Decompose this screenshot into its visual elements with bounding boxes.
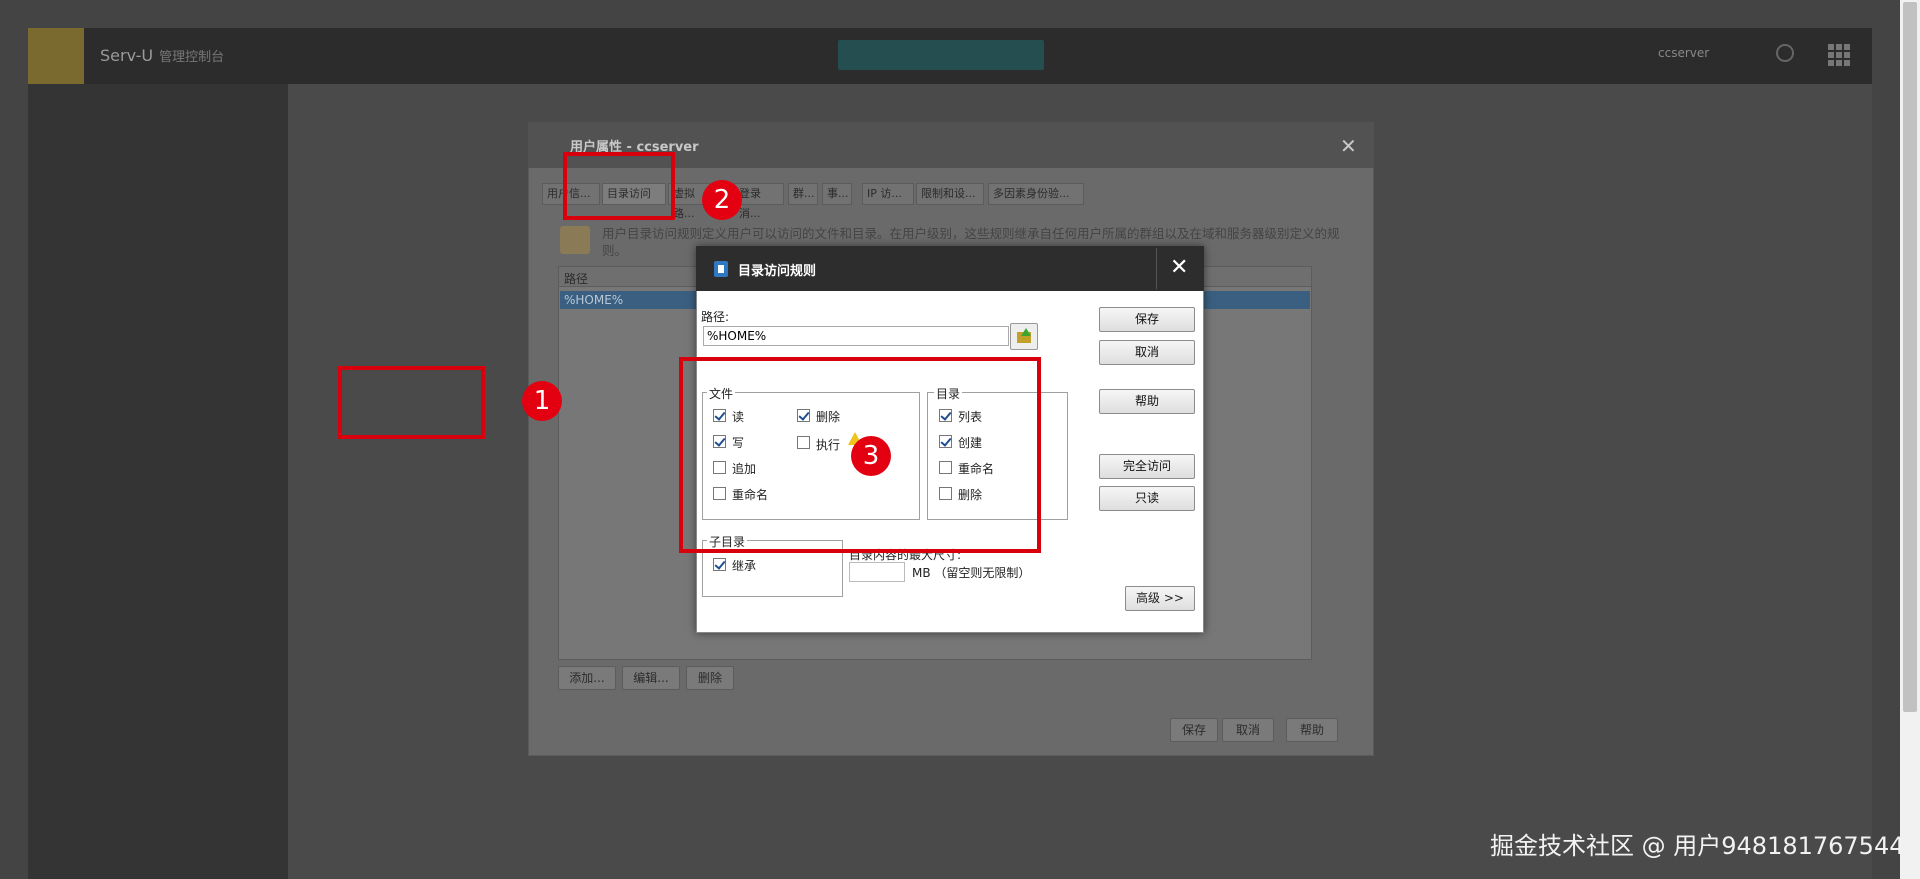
inherit-checkbox[interactable] (713, 558, 726, 571)
page-scrollbar-thumb[interactable] (1903, 2, 1917, 712)
tab-events[interactable]: 事... (822, 183, 852, 205)
app-logo (28, 28, 84, 84)
full-access-button[interactable]: 完全访问 (1099, 454, 1195, 479)
user-properties-close-icon[interactable]: ✕ (1340, 134, 1357, 158)
max-size-unit: MB （留空则无限制） (912, 566, 1031, 580)
app-title-sub: 管理控制台 (159, 50, 225, 65)
browse-folder-button[interactable] (1010, 323, 1038, 350)
advanced-button[interactable]: 高级 >> (1125, 586, 1195, 611)
tab-ip-access[interactable]: IP 访... (862, 183, 914, 205)
inherit-label: 继承 (732, 559, 757, 573)
add-rule-button[interactable]: 添加... (558, 666, 616, 690)
tab-limits-settings[interactable]: 限制和设... (916, 183, 984, 205)
path-label: 路径: (701, 310, 730, 324)
edit-rule-button[interactable]: 编辑... (622, 666, 680, 690)
folder-icon (560, 226, 590, 254)
cancel-button[interactable]: 取消 (1099, 340, 1195, 365)
rule-dialog-icon (714, 261, 728, 277)
close-icon[interactable]: ✕ (1170, 255, 1188, 280)
apps-grid-icon (1828, 44, 1850, 66)
tab-mfa[interactable]: 多因素身份验... (988, 183, 1084, 205)
column-path: 路径 (564, 272, 589, 286)
path-input[interactable] (703, 326, 1009, 346)
max-size-input[interactable] (849, 562, 905, 582)
read-only-button[interactable]: 只读 (1099, 486, 1195, 511)
annotation-badge-3: 3 (851, 436, 891, 476)
app-center-banner (838, 40, 1044, 70)
annotation-badge-1: 1 (522, 381, 562, 421)
annotation-badge-2: 2 (702, 180, 742, 220)
header-separator (1156, 248, 1157, 289)
search-icon (1776, 44, 1794, 62)
app-title: Serv-U 管理控制台 (100, 46, 225, 65)
props-cancel-button[interactable]: 取消 (1222, 718, 1274, 742)
delete-rule-button[interactable]: 删除 (686, 666, 734, 690)
up-arrow-icon (1021, 328, 1031, 336)
watermark: 掘金技术社区 @ 用户948181767544 (1490, 832, 1905, 860)
props-help-button[interactable]: 帮助 (1286, 718, 1338, 742)
annotation-box-1 (338, 366, 485, 439)
annotation-box-2 (563, 152, 675, 220)
rule-dialog-title: 目录访问规则 (738, 264, 817, 279)
save-button[interactable]: 保存 (1099, 307, 1195, 332)
table-row-path: %HOME% (564, 293, 624, 307)
props-save-button[interactable]: 保存 (1170, 718, 1218, 742)
tab-groups[interactable]: 群... (788, 183, 818, 205)
app-user-label: ccserver (1658, 46, 1710, 60)
app-sidebar (28, 84, 288, 879)
help-button[interactable]: 帮助 (1099, 389, 1195, 414)
